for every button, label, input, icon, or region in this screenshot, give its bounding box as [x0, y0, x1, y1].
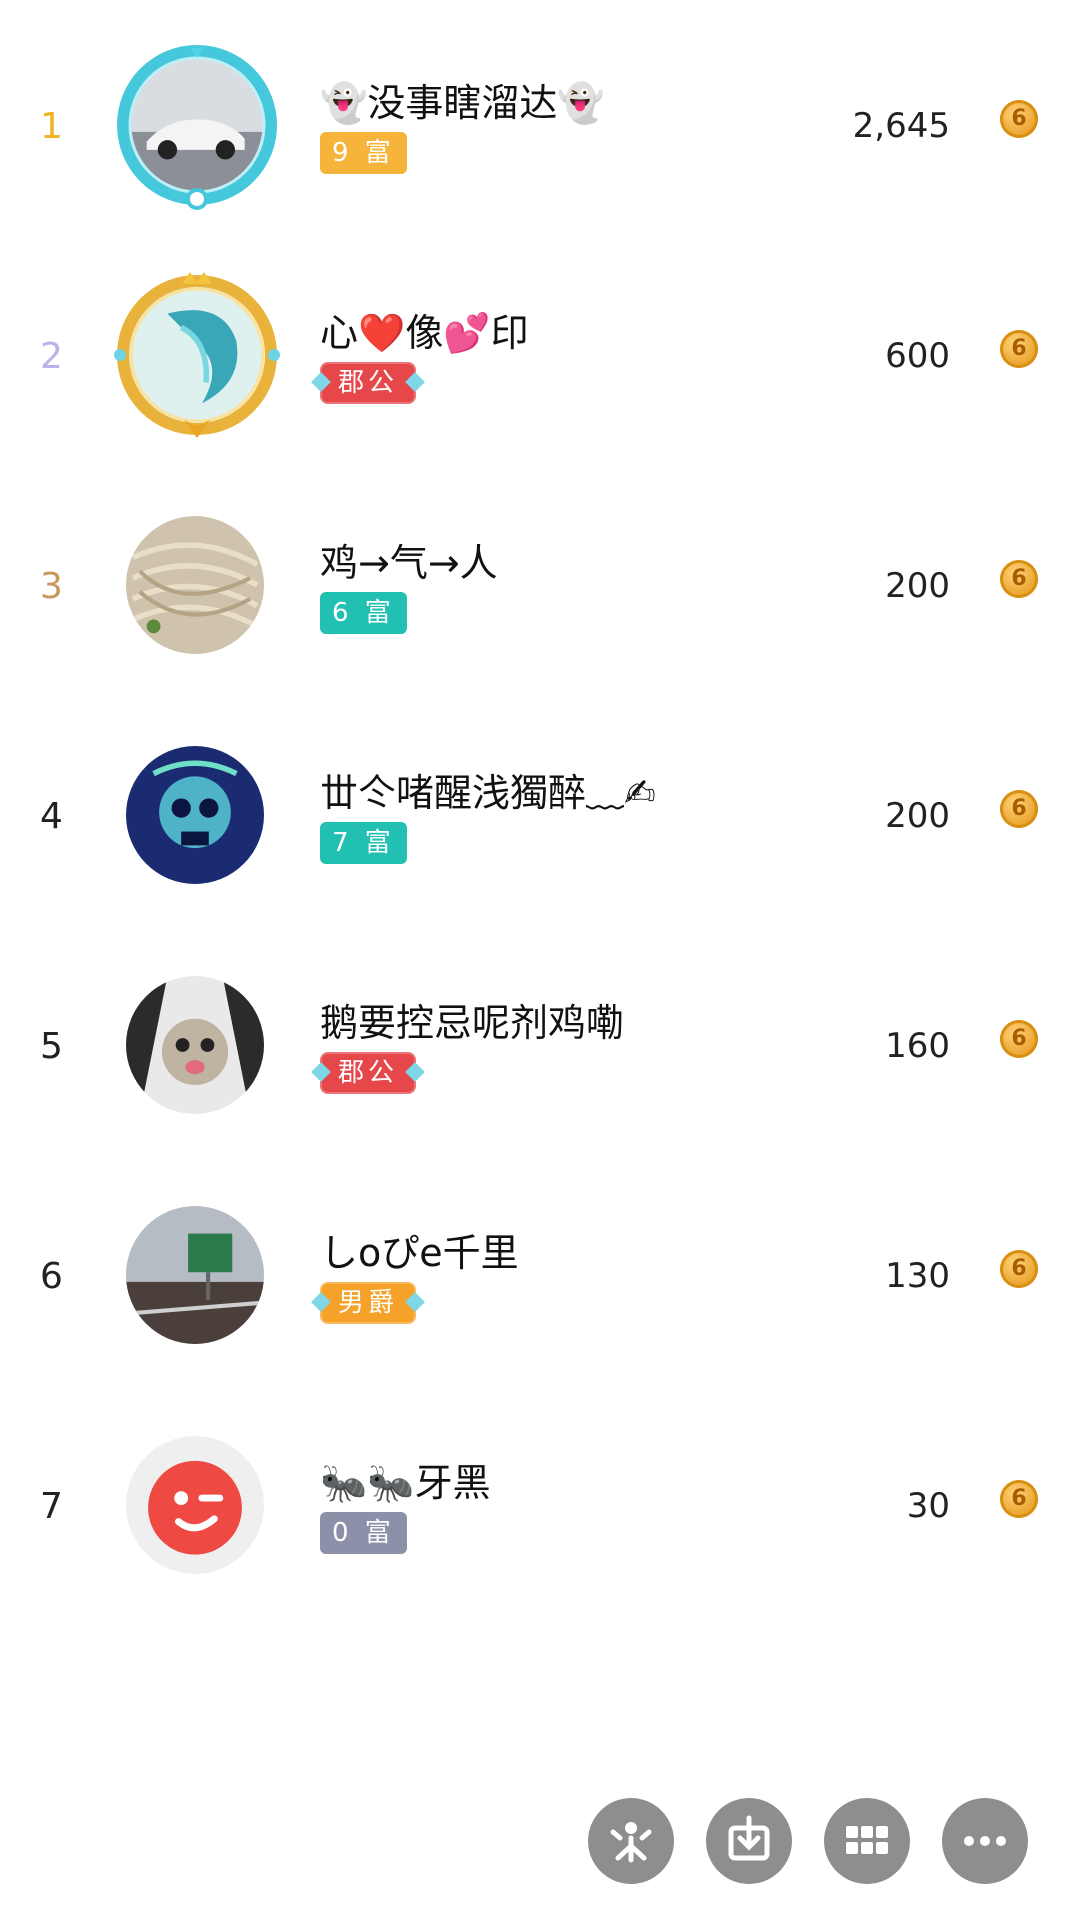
wealth-level-badge: 7 富	[320, 822, 407, 864]
sparkle-icon	[610, 1822, 652, 1863]
coin-icon: 6	[1000, 330, 1038, 368]
user-name[interactable]: 鸡→气→人	[320, 532, 498, 587]
list-item[interactable]: 5 鹅要控忌呢剂鸡嘞 郡公 160 6	[0, 930, 1080, 1160]
gift-score: 30	[906, 1486, 950, 1526]
rank-number: 3	[40, 566, 63, 607]
grid-button[interactable]	[824, 1798, 910, 1884]
wealth-level-badge: 0 富	[320, 1512, 407, 1554]
noble-title-badge: 郡公	[320, 362, 417, 404]
rank-number: 4	[40, 796, 63, 837]
list-item[interactable]: 2 心❤️像💕印 郡公 600 6	[0, 240, 1080, 470]
list-item[interactable]: 1 👻没事瞎溜达👻 9 富 2,645 6	[0, 10, 1080, 240]
ranking-page: 1 👻没事瞎溜达👻 9 富 2,645 6 2 心❤️像💕印 郡公 600 6 …	[0, 0, 1080, 1920]
coin-icon: 6	[1000, 790, 1038, 828]
list-item[interactable]: 7 🐜🐜牙黑 0 富 30 6	[0, 1390, 1080, 1620]
road-sign-avatar[interactable]	[126, 1206, 264, 1344]
user-name[interactable]: 丗仒啫醒浅獨醉﹏✍	[320, 762, 656, 817]
more-icon	[964, 1836, 1006, 1846]
wealth-level-badge: 9 富	[320, 132, 407, 174]
more-button[interactable]	[942, 1798, 1028, 1884]
download-icon	[728, 1815, 770, 1861]
grid-icon	[846, 1826, 888, 1854]
coin-icon: 6	[1000, 560, 1038, 598]
coin-icon: 6	[1000, 100, 1038, 138]
coin-icon: 6	[1000, 1250, 1038, 1288]
cat-avatar[interactable]	[126, 976, 264, 1114]
user-name[interactable]: 👻没事瞎溜达👻	[320, 72, 605, 127]
winking-face-avatar[interactable]	[126, 1436, 264, 1574]
list-item[interactable]: 3 鸡→气→人 6 富 200 6	[0, 470, 1080, 700]
avatar-frame-icon	[117, 45, 277, 210]
gift-score: 200	[885, 796, 950, 836]
skull-avatar[interactable]	[126, 746, 264, 884]
list-item[interactable]: 4 丗仒啫醒浅獨醉﹏✍ 7 富 200 6	[0, 700, 1080, 930]
gift-score: 200	[885, 566, 950, 606]
coin-icon: 6	[1000, 1480, 1038, 1518]
user-name[interactable]: 鹅要控忌呢剂鸡嘞	[320, 992, 624, 1047]
list-item[interactable]: 6 しoぴe千里 男爵 130 6	[0, 1160, 1080, 1390]
noble-title-badge: 男爵	[320, 1282, 417, 1324]
noble-title-badge: 郡公	[320, 1052, 417, 1094]
wealth-level-badge: 6 富	[320, 592, 407, 634]
user-name[interactable]: 心❤️像💕印	[320, 302, 529, 357]
user-name[interactable]: しoぴe千里	[320, 1222, 519, 1277]
user-name[interactable]: 🐜🐜牙黑	[320, 1452, 491, 1507]
rank-number: 1	[40, 106, 63, 147]
download-button[interactable]	[706, 1798, 792, 1884]
gift-score: 130	[885, 1256, 950, 1296]
avatar-frame-icon	[114, 272, 280, 438]
rank-number: 6	[40, 1256, 63, 1297]
rank-number: 2	[40, 336, 63, 377]
gift-score: 160	[885, 1026, 950, 1066]
rank-number: 5	[40, 1026, 63, 1067]
sparkle-button[interactable]	[588, 1798, 674, 1884]
gift-score: 2,645	[852, 106, 950, 146]
rank-number: 7	[40, 1486, 63, 1527]
noodles-avatar[interactable]	[126, 516, 264, 654]
coin-icon: 6	[1000, 1020, 1038, 1058]
gift-score: 600	[885, 336, 950, 376]
